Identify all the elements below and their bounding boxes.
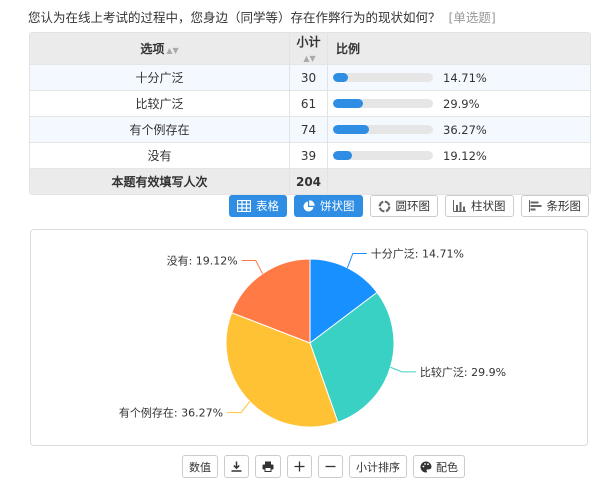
pie-leader-line [241, 260, 263, 274]
table-icon [237, 200, 251, 212]
pie-leader-line [346, 252, 367, 268]
ratio-bar [333, 73, 433, 82]
ratio-percent: 19.12% [443, 148, 487, 163]
column-view-button[interactable]: 柱状图 [445, 195, 514, 217]
table-row: 十分广泛 30 14.71% [30, 64, 590, 91]
table-row: 比较广泛 61 29.9% [30, 90, 590, 117]
palette-icon [420, 461, 432, 473]
total-ratio [327, 168, 590, 194]
option-label: 有个例存在 [30, 116, 290, 143]
question-type: [单选题] [448, 10, 496, 25]
option-ratio: 36.27% [327, 116, 590, 143]
ratio-bar [333, 151, 433, 160]
ring-view-label: 圆环图 [395, 199, 431, 213]
ratio-bar-fill [333, 99, 363, 108]
print-icon [262, 461, 274, 472]
sort-by-count-label: 小计排序 [356, 460, 400, 474]
download-icon [231, 461, 242, 472]
table-row: 没有 39 19.12% [30, 142, 590, 169]
header-option[interactable]: 选项 ▲▼ [30, 33, 290, 65]
pie-leader-line [227, 401, 251, 414]
download-button[interactable] [224, 455, 249, 478]
color-scheme-label: 配色 [436, 460, 458, 474]
total-count: 204 [289, 168, 328, 194]
pie-chart-icon [302, 199, 315, 213]
show-values-button[interactable]: 数值 [182, 455, 218, 478]
header-option-label: 选项 [140, 42, 165, 56]
ratio-bar [333, 99, 433, 108]
table-view-label: 表格 [256, 199, 279, 213]
ratio-percent: 29.9% [443, 96, 480, 111]
sort-by-count-button[interactable]: 小计排序 [349, 455, 407, 478]
pie-label: 有个例存在: 36.27% [119, 406, 223, 420]
header-count-label: 小计 [296, 35, 321, 49]
option-label: 比较广泛 [30, 90, 290, 117]
column-chart-icon [453, 200, 466, 212]
option-count: 74 [289, 116, 328, 143]
sort-icon: ▲▼ [166, 46, 179, 55]
option-count: 30 [289, 64, 328, 91]
plus-icon [294, 461, 305, 472]
table-row: 有个例存在 74 36.27% [30, 116, 590, 143]
chart-type-switcher: 表格 饼状图 圆环图 柱状图 条形图 [229, 195, 589, 217]
option-label: 十分广泛 [30, 64, 290, 91]
pie-chart: 十分广泛: 14.71% 比较广泛: 29.9% 有个例存在: 36.27% 没有: … [119, 246, 506, 428]
option-ratio: 19.12% [327, 142, 590, 169]
header-ratio: 比例 [327, 33, 590, 65]
total-label: 本题有效填写人次 [30, 168, 290, 194]
question-title: 您认为在线上考试的过程中，您身边（同学等）存在作弊行为的现状如何？ [单选题] [28, 7, 496, 26]
column-view-label: 柱状图 [471, 199, 506, 213]
table-view-button[interactable]: 表格 [229, 195, 287, 217]
chart-toolbar: 数值 小计排序 配色 [182, 455, 465, 478]
pie-view-button[interactable]: 饼状图 [294, 195, 363, 217]
ratio-percent: 14.71% [443, 70, 487, 85]
ratio-percent: 36.27% [443, 122, 487, 137]
ratio-bar-fill [333, 73, 348, 82]
show-values-label: 数值 [189, 460, 211, 474]
ring-chart-icon [378, 200, 391, 213]
print-button[interactable] [255, 455, 281, 478]
bar-chart-icon [528, 200, 542, 212]
pie-label: 没有: 19.12% [167, 254, 238, 268]
chart-panel: 十分广泛: 14.71% 比较广泛: 29.9% 有个例存在: 36.27% 没有: … [30, 229, 588, 446]
ratio-bar [333, 125, 433, 134]
bar-view-button[interactable]: 条形图 [520, 195, 589, 217]
question-text: 您认为在线上考试的过程中，您身边（同学等）存在作弊行为的现状如何？ [28, 10, 441, 25]
minus-icon [325, 461, 336, 472]
pie-leader-line [390, 366, 416, 373]
zoom-out-button[interactable] [318, 455, 343, 478]
option-ratio: 29.9% [327, 90, 590, 117]
ratio-bar-fill [333, 151, 353, 160]
pie-view-label: 饼状图 [320, 199, 355, 213]
option-count: 39 [289, 142, 328, 169]
sort-icon: ▲▼ [303, 54, 316, 63]
option-label: 没有 [30, 142, 290, 169]
pie-label: 十分广泛: 14.71% [371, 246, 464, 260]
color-scheme-button[interactable]: 配色 [413, 455, 465, 478]
results-table: 选项 ▲▼ 小计▲▼ 比例 十分广泛 30 14.71% 比较广泛 61 29.9% 有个例存… [29, 32, 591, 195]
bar-view-label: 条形图 [546, 199, 582, 213]
ratio-bar-fill [333, 125, 370, 134]
total-row: 本题有效填写人次 204 [30, 168, 590, 194]
pie-label: 比较广泛: 29.9% [420, 365, 506, 379]
option-ratio: 14.71% [327, 64, 590, 91]
header-count[interactable]: 小计 ▲▼ [289, 33, 328, 65]
ring-view-button[interactable]: 圆环图 [369, 195, 438, 217]
zoom-in-button[interactable] [287, 455, 312, 478]
option-count: 61 [289, 90, 328, 117]
